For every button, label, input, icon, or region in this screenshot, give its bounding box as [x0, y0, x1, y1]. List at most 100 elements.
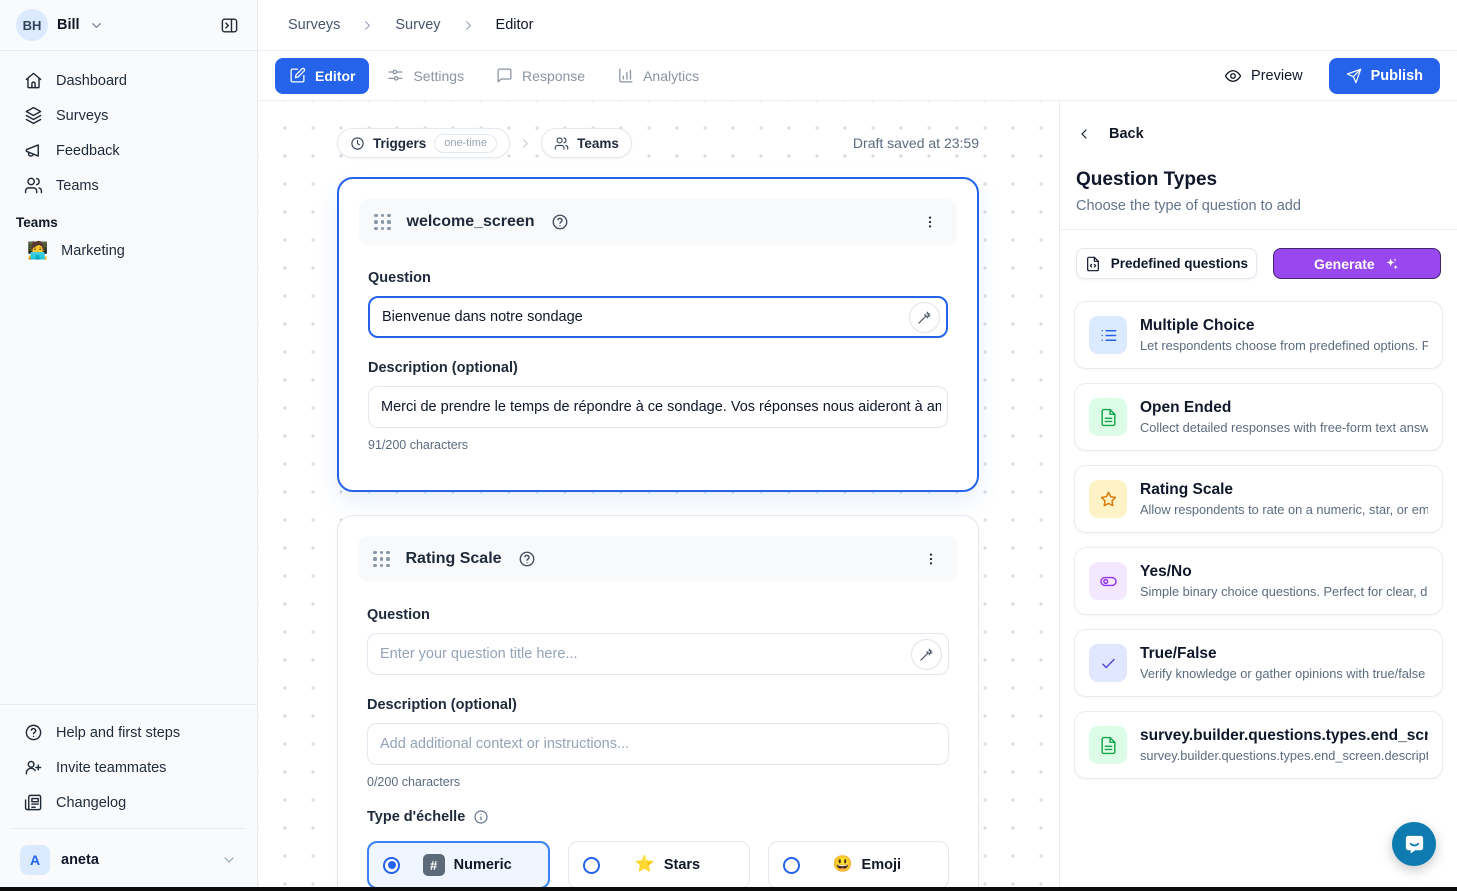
- panel-collapse-icon: [220, 16, 239, 35]
- type-title: Rating Scale: [1140, 481, 1428, 499]
- workspace-avatar: BH: [16, 9, 48, 41]
- question-input[interactable]: [380, 646, 903, 662]
- type-card-rating-scale[interactable]: Rating Scale Allow respondents to rate o…: [1074, 465, 1443, 533]
- card-menu-button[interactable]: [919, 549, 943, 569]
- radio-selected-icon: [383, 857, 400, 874]
- type-card-yes-no[interactable]: Yes/No Simple binary choice questions. P…: [1074, 547, 1443, 615]
- publish-button[interactable]: Publish: [1329, 58, 1440, 94]
- tab-settings[interactable]: Settings: [373, 58, 478, 94]
- team-item-label: Marketing: [61, 243, 125, 259]
- tab-editor[interactable]: Editor: [275, 58, 369, 94]
- chevron-right-icon: [518, 136, 533, 151]
- type-title: True/False: [1140, 645, 1428, 663]
- account-switcher[interactable]: A aneta: [12, 839, 245, 881]
- info-circle-icon[interactable]: [473, 809, 489, 825]
- char-count: 0/200 characters: [367, 775, 949, 789]
- scale-option-emoji[interactable]: 😃 Emoji: [768, 841, 949, 887]
- scale-option-label: Numeric: [454, 857, 512, 873]
- description-label: Description (optional): [368, 360, 948, 376]
- sidebar-item-changelog[interactable]: Changelog: [0, 785, 257, 820]
- teams-chip-label: Teams: [577, 136, 619, 151]
- list-icon: [1089, 316, 1127, 354]
- collapse-sidebar-button[interactable]: [216, 12, 243, 39]
- one-time-badge: one-time: [434, 134, 497, 153]
- type-description: Allow respondents to rate on a numeric, …: [1140, 502, 1428, 517]
- question-input-wrap: [368, 296, 948, 338]
- eye-icon: [1224, 67, 1242, 85]
- home-icon: [24, 71, 43, 90]
- canvas-chips-row: Triggers one-time Teams Draft saved at 2…: [337, 128, 979, 158]
- breadcrumb-surveys[interactable]: Surveys: [288, 17, 340, 33]
- back-button[interactable]: Back: [1060, 101, 1457, 142]
- panel-subtitle: Choose the type of question to add: [1060, 191, 1457, 229]
- publish-label: Publish: [1371, 68, 1423, 84]
- tab-analytics[interactable]: Analytics: [603, 58, 713, 94]
- scale-option-stars[interactable]: ⭐ Stars: [568, 841, 749, 887]
- type-card-true-false[interactable]: True/False Verify knowledge or gather op…: [1074, 629, 1443, 697]
- sidebar-item-label: Invite teammates: [56, 760, 166, 776]
- toggle-icon: [1089, 562, 1127, 600]
- sliders-icon: [387, 67, 404, 84]
- sidebar-item-label: Changelog: [56, 795, 126, 811]
- description-input[interactable]: [380, 736, 942, 752]
- card-header: welcome_screen: [359, 199, 957, 245]
- chevron-right-icon: [360, 18, 375, 33]
- question-input[interactable]: [382, 309, 901, 325]
- file-code-icon: [1085, 256, 1101, 272]
- help-circle-icon[interactable]: [551, 213, 569, 231]
- sidebar-footer: Help and first steps Invite teammates Ch…: [0, 704, 257, 891]
- user-plus-icon: [24, 758, 43, 777]
- hash-keycap-icon: #: [423, 854, 445, 876]
- sidebar-item-feedback[interactable]: Feedback: [0, 133, 257, 168]
- rating-scale-card: Rating Scale Question Description (o: [337, 515, 979, 887]
- workspace-name: Bill: [57, 17, 80, 33]
- message-square-icon: [496, 67, 513, 84]
- technologist-emoji-icon: 🧑‍💻: [27, 242, 48, 259]
- type-card-open-ended[interactable]: Open Ended Collect detailed responses wi…: [1074, 383, 1443, 451]
- scale-option-numeric[interactable]: # Numeric: [367, 841, 550, 887]
- sidebar-item-label: Help and first steps: [56, 725, 180, 741]
- users-icon: [24, 176, 43, 195]
- kebab-icon: [923, 551, 939, 567]
- sidebar-item-invite[interactable]: Invite teammates: [0, 750, 257, 785]
- survey-canvas: Triggers one-time Teams Draft saved at 2…: [258, 101, 1059, 887]
- workspace-switcher[interactable]: BH Bill: [0, 0, 257, 51]
- help-circle-icon[interactable]: [518, 550, 536, 568]
- tab-response[interactable]: Response: [482, 58, 599, 94]
- sidebar-item-marketing[interactable]: 🧑‍💻 Marketing: [0, 234, 257, 267]
- sidebar-item-help[interactable]: Help and first steps: [0, 715, 257, 750]
- tab-label: Settings: [413, 68, 464, 84]
- triggers-chip[interactable]: Triggers one-time: [337, 128, 510, 158]
- card-menu-button[interactable]: [918, 212, 942, 232]
- preview-button[interactable]: Preview: [1218, 66, 1309, 86]
- type-card-multiple-choice[interactable]: Multiple Choice Let respondents choose f…: [1074, 301, 1443, 369]
- drag-handle-icon[interactable]: [373, 551, 390, 568]
- type-description: survey.builder.questions.types.end_scree…: [1140, 748, 1428, 763]
- type-card-end-screen[interactable]: survey.builder.questions.types.end_scr..…: [1074, 711, 1443, 779]
- type-title: Open Ended: [1140, 399, 1428, 417]
- ai-rewrite-button[interactable]: [911, 639, 942, 670]
- tab-label: Editor: [315, 68, 355, 84]
- chat-widget-button[interactable]: [1392, 822, 1436, 866]
- editor-toolbar: Editor Settings Response Analytics Previ…: [258, 51, 1457, 101]
- sidebar-item-label: Dashboard: [56, 73, 127, 89]
- breadcrumb: Surveys Survey Editor: [258, 0, 1457, 51]
- chevron-right-icon: [461, 18, 476, 33]
- sidebar-item-teams[interactable]: Teams: [0, 168, 257, 203]
- teams-chip[interactable]: Teams: [541, 128, 632, 158]
- tab-label: Analytics: [643, 68, 699, 84]
- clock-icon: [350, 136, 365, 151]
- ai-rewrite-button[interactable]: [909, 302, 940, 333]
- sidebar-item-surveys[interactable]: Surveys: [0, 98, 257, 133]
- drag-handle-icon[interactable]: [374, 214, 391, 231]
- sidebar-item-label: Surveys: [56, 108, 108, 124]
- description-input[interactable]: [381, 399, 941, 415]
- breadcrumb-survey[interactable]: Survey: [395, 17, 440, 33]
- question-types-panel: Back Question Types Choose the type of q…: [1059, 101, 1457, 891]
- predefined-questions-button[interactable]: Predefined questions: [1076, 248, 1257, 279]
- sidebar-item-dashboard[interactable]: Dashboard: [0, 63, 257, 98]
- generate-button[interactable]: Generate: [1273, 248, 1441, 279]
- file-text-icon: [1089, 398, 1127, 436]
- breadcrumb-editor[interactable]: Editor: [496, 17, 534, 33]
- bar-chart-icon: [617, 67, 634, 84]
